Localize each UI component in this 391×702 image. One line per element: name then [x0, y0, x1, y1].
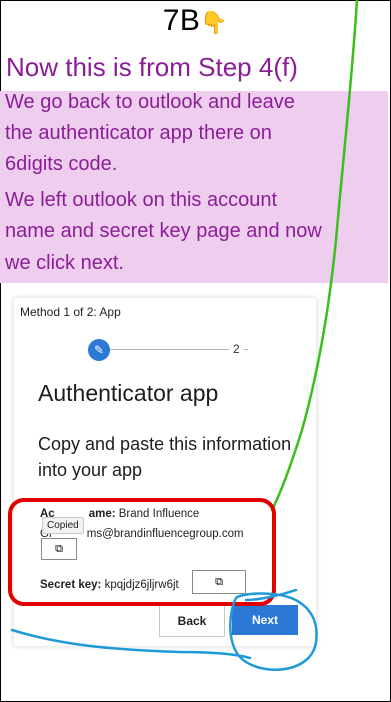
back-button[interactable]: Back [159, 605, 225, 637]
secret-key-value: kpqjdjz6jljrw6jt [104, 579, 179, 591]
card-title: Authenticator app [38, 380, 219, 406]
note-line: 6digits code. [5, 153, 118, 175]
secret-key-label: Secret key: [40, 579, 102, 591]
copy-secret-button[interactable]: ⧉ [192, 570, 246, 594]
copy-account-button[interactable]: ⧉ [41, 538, 77, 560]
pointing-hand-icon: 👇 [200, 10, 229, 35]
secret-key-line: Secret key: kpqjdjz6jljrw6jt [40, 579, 179, 591]
instruction-note: We go back to outlook and leave the auth… [0, 91, 388, 283]
step-heading: Now this is from Step 4(f) [6, 52, 298, 82]
authenticator-card: Method 1 of 2: App ✎ 2 Authenticator app… [14, 298, 316, 646]
copy-icon: ⧉ [215, 576, 223, 588]
account-name-value: Brand Influence [118, 508, 200, 520]
next-button[interactable]: Next [232, 605, 298, 635]
method-label: Method 1 of 2: App [20, 305, 121, 319]
page-title: 7B👇 [0, 4, 391, 38]
note-line: the authenticator app there on [5, 122, 272, 144]
copy-icon: ⧉ [55, 543, 63, 555]
copied-tooltip: Copied [42, 517, 84, 534]
note-line: we click next. [5, 252, 124, 274]
note-line: name and secret key page and now [5, 220, 322, 242]
step-number: 2 [229, 342, 244, 356]
account-label-end: ame: [88, 508, 116, 520]
pencil-icon: ✎ [88, 339, 110, 361]
note-line: We left outlook on this account [5, 189, 278, 211]
note-line: We go back to outlook and leave [5, 91, 295, 113]
progress-line [98, 349, 248, 350]
title-text: 7B [162, 4, 201, 37]
email-suffix: ms@brandinfluencegroup.com [86, 528, 244, 540]
card-instruction: Copy and paste this information into you… [38, 434, 292, 480]
